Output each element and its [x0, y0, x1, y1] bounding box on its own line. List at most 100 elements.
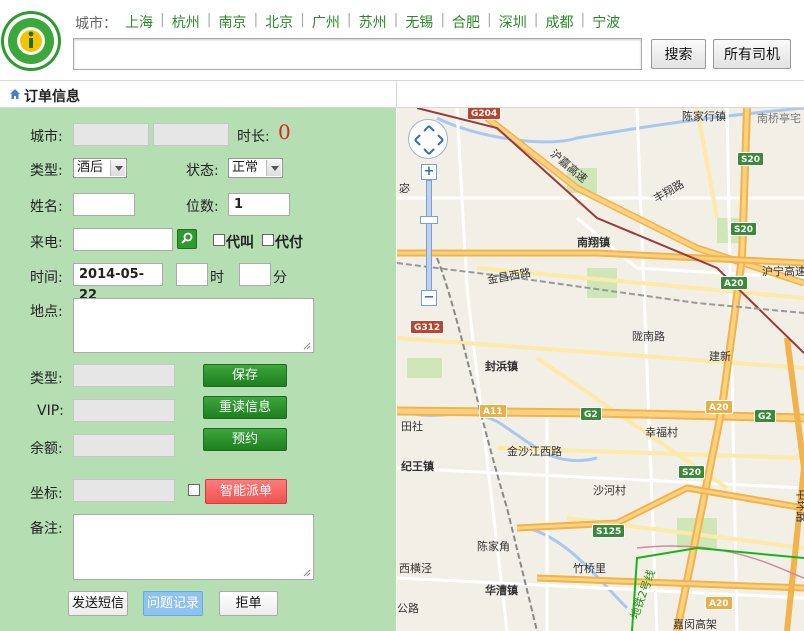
map-view[interactable]: 陈家行镇 南桥亭宅 沪嘉高速 丰翔路 南翔镇 金昌西路 沪宁高速 陇南路 建新 …	[397, 108, 804, 631]
address-textarea[interactable]	[73, 298, 314, 353]
city-link[interactable]: 广州	[305, 12, 347, 32]
smart-dispatch-button[interactable]: 智能派单	[205, 479, 287, 504]
reserve-button[interactable]: 预约	[203, 428, 287, 451]
chevron-down-icon	[110, 160, 125, 176]
resize-grip-icon	[303, 342, 311, 350]
map-label: 南翔镇	[577, 236, 610, 249]
search-button[interactable]: 搜索	[651, 39, 706, 69]
city-link[interactable]: 无锡	[398, 12, 440, 32]
coord-field[interactable]	[73, 479, 175, 502]
road-shield: A20	[705, 596, 733, 610]
city-link[interactable]: 上海	[118, 12, 160, 32]
phone-label: 来电:	[30, 235, 63, 251]
app-root: 城市： 上海 | 杭州 | 南京 | 北京 | 广州 | 苏州 | 无锡 | 合肥 | 深圳 | …	[0, 0, 804, 631]
map-label: 中环路	[794, 489, 804, 523]
road-shield: G2	[580, 407, 602, 421]
dispatch-checkbox[interactable]	[188, 484, 200, 496]
coord-label: 坐标:	[30, 486, 63, 502]
member-type-label: 类型:	[30, 371, 63, 387]
search-input[interactable]	[73, 38, 642, 70]
page-title: 订单信息	[24, 89, 80, 105]
type-select-value: 酒后	[77, 160, 104, 175]
date-input[interactable]: 2014-05-22	[73, 263, 163, 303]
city-link[interactable]: 合肥	[445, 12, 487, 32]
map-label: 南桥亭宅	[757, 112, 801, 125]
city-link[interactable]: 杭州	[165, 12, 207, 32]
divider	[396, 81, 397, 108]
map-label: 田社	[401, 420, 423, 433]
seats-input[interactable]: 1	[228, 193, 290, 216]
map-label: 建新	[709, 350, 731, 363]
all-drivers-button[interactable]: 所有司机	[713, 39, 791, 69]
member-type-field[interactable]	[73, 364, 175, 387]
district-field[interactable]	[153, 123, 229, 146]
map-label: 竹桥里	[573, 562, 606, 575]
status-label: 状态:	[186, 163, 219, 179]
title-bar	[0, 80, 804, 108]
minute-label: 分	[273, 270, 287, 286]
minute-input[interactable]	[239, 263, 271, 286]
road-shield: S20	[730, 222, 758, 236]
map-label: 金沙江西路	[507, 445, 562, 458]
remark-label: 备注:	[30, 521, 63, 537]
city-field[interactable]	[73, 123, 149, 146]
city-field-label: 城市:	[30, 129, 63, 145]
city-link[interactable]: 深圳	[492, 12, 534, 32]
status-select-value: 正常	[232, 160, 259, 175]
map-label: 纪王镇	[401, 460, 434, 473]
map-label: 西横泾	[399, 562, 432, 575]
address-label: 地点:	[30, 304, 63, 320]
zoom-plus-icon[interactable]: +	[421, 164, 437, 180]
proxy-pay-checkbox[interactable]	[262, 234, 274, 246]
city-link[interactable]: 北京	[258, 12, 300, 32]
map-label: 沙河村	[593, 484, 626, 497]
balance-field[interactable]	[73, 434, 175, 457]
map-label: 宓	[399, 182, 410, 195]
road-shield: S125	[592, 524, 626, 538]
proxy-call-checkbox[interactable]	[213, 234, 225, 246]
road-shield: S20	[678, 465, 706, 479]
city-link[interactable]: 成都	[538, 12, 580, 32]
reject-order-button[interactable]: 拒单	[219, 591, 278, 616]
road-shield: A20	[720, 276, 748, 290]
proxy-pay-label: 代付	[275, 235, 303, 251]
chevron-down-icon	[266, 160, 281, 176]
map-label: 陇南路	[632, 330, 665, 343]
map-label: 公路	[397, 602, 419, 615]
type-select[interactable]: 酒后	[73, 158, 127, 178]
zoom-minus-icon[interactable]: −	[421, 290, 437, 306]
type-label: 类型:	[30, 163, 63, 179]
vip-field[interactable]	[73, 399, 175, 422]
road-shield: A20	[705, 400, 733, 414]
map-pan-control[interactable]	[408, 119, 448, 159]
vip-label: VIP:	[37, 403, 64, 419]
name-label: 姓名:	[30, 199, 63, 215]
map-label: 沪宁高速	[762, 265, 804, 278]
issue-log-button[interactable]: 问题记录	[143, 591, 203, 616]
seats-label: 位数:	[186, 199, 219, 215]
remark-textarea[interactable]	[73, 514, 314, 580]
reload-button[interactable]: 重读信息	[203, 396, 287, 419]
map-roads	[397, 108, 804, 631]
hour-input[interactable]	[176, 263, 208, 286]
map-label: 华漕镇	[485, 584, 518, 597]
road-shield: G2	[754, 409, 776, 423]
send-sms-button[interactable]: 发送短信	[68, 591, 128, 616]
map-pan-icon	[414, 125, 444, 155]
phone-search-button[interactable]	[177, 229, 197, 249]
city-link[interactable]: 宁波	[585, 12, 627, 32]
map-label: 幸福村	[645, 426, 678, 439]
zoom-slider[interactable]	[420, 216, 438, 224]
city-list: 上海 | 杭州 | 南京 | 北京 | 广州 | 苏州 | 无锡 | 合肥 | 深圳 | 成都 | …	[118, 12, 627, 32]
map-label: 陈家角	[477, 540, 510, 553]
zoom-track[interactable]	[426, 180, 432, 294]
name-input[interactable]	[73, 193, 135, 216]
city-link[interactable]: 苏州	[352, 12, 394, 32]
phone-input[interactable]	[73, 228, 173, 251]
home-icon	[10, 89, 20, 99]
map-label: 嘉闵高架	[673, 618, 717, 631]
hour-label: 时	[210, 270, 224, 286]
save-button[interactable]: 保存	[203, 364, 287, 387]
city-link[interactable]: 南京	[211, 12, 253, 32]
status-select[interactable]: 正常	[228, 158, 283, 178]
